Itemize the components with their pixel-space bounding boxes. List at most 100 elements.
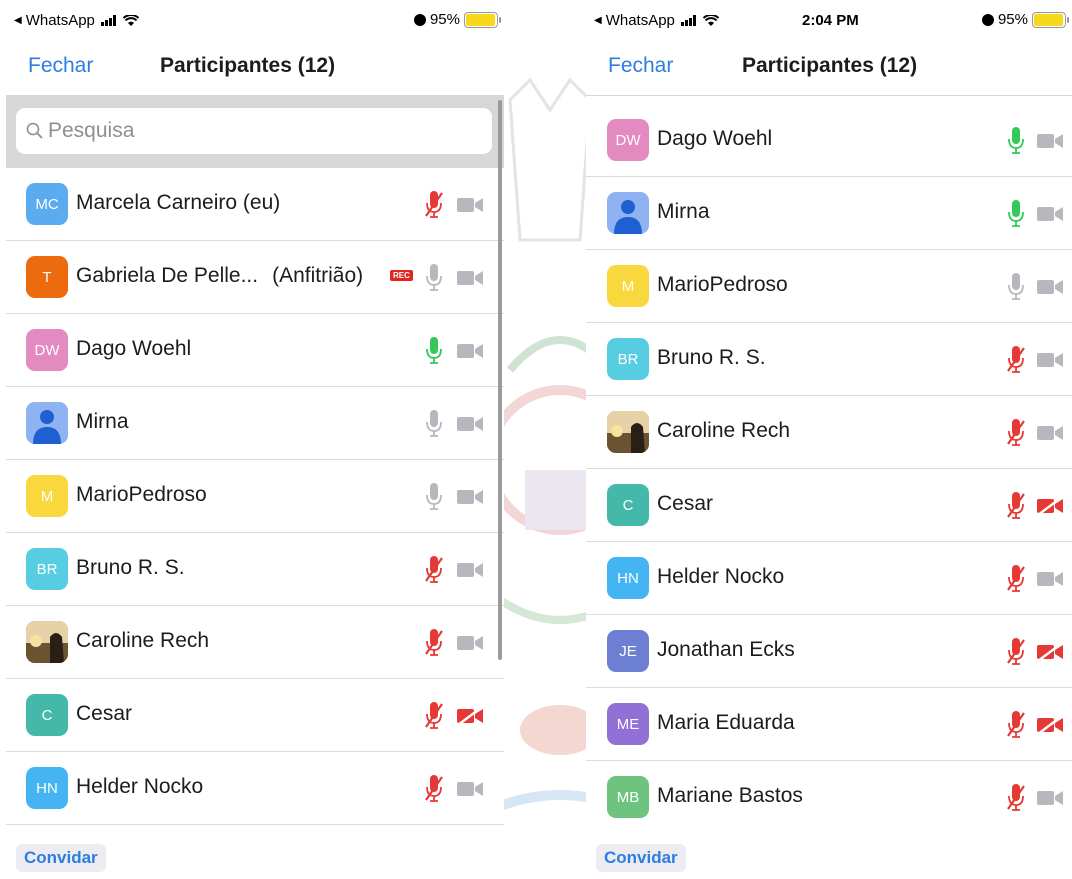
wifi-icon [702,14,719,26]
video-camera-icon[interactable] [1036,131,1064,151]
footer: Convidar [6,832,504,879]
video-camera-icon[interactable] [456,779,484,799]
participant-row[interactable]: DW Dago Woehl [586,104,1072,177]
participant-row[interactable]: MC Marcela Carneiro (eu) [6,168,504,241]
close-button[interactable]: Fechar [28,54,93,78]
participant-name-text: Bruno R. S. [657,346,766,369]
microphone-muted-icon[interactable] [1006,345,1026,375]
close-button[interactable]: Fechar [608,54,673,78]
signal-icon [680,15,696,26]
participant-row[interactable]: T Gabriela De Pelle... (Anfitrião) REC [6,241,504,314]
invite-button[interactable]: Convidar [16,844,106,872]
video-camera-icon[interactable] [456,487,484,507]
alarm-icon [981,13,994,26]
participant-row[interactable]: Caroline Rech [6,606,504,679]
participant-row[interactable]: MB Mariane Bastos [586,761,1072,834]
microphone-muted-icon[interactable] [424,628,444,658]
participant-row[interactable]: BR Bruno R. S. [6,533,504,606]
microphone-muted-icon[interactable] [424,774,444,804]
participant-row[interactable]: DW Dago Woehl [6,314,504,387]
back-to-app[interactable]: ◀ WhatsApp [14,12,139,29]
participant-name: Bruno R. S. [76,556,185,580]
video-camera-off-icon[interactable] [1036,642,1064,662]
participant-name: Cesar [657,492,713,516]
participant-row[interactable]: C Cesar [586,469,1072,542]
default-avatar-icon [26,402,68,444]
video-camera-off-icon[interactable] [456,706,484,726]
participant-row[interactable]: BR Bruno R. S. [586,323,1072,396]
participant-name-text: Bruno R. S. [76,556,185,579]
video-camera-icon[interactable] [456,560,484,580]
microphone-muted-icon[interactable] [1006,491,1026,521]
magnifier-icon [26,122,43,139]
initials-avatar: MC [26,183,68,225]
participant-row[interactable]: ME Maria Eduarda [586,688,1072,761]
photo-avatar [607,411,649,453]
microphone-muted-icon[interactable] [1006,783,1026,813]
video-camera-icon[interactable] [1036,277,1064,297]
video-camera-off-icon[interactable] [1036,715,1064,735]
video-camera-icon[interactable] [1036,423,1064,443]
microphone-icon[interactable] [424,409,444,439]
invite-button[interactable]: Convidar [596,844,686,872]
initials-avatar: MB [607,776,649,818]
participant-row[interactable]: Mirna [586,177,1072,250]
microphone-muted-icon[interactable] [424,555,444,585]
carrier-label: WhatsApp [25,12,95,29]
scrollbar[interactable] [498,100,502,660]
video-camera-icon[interactable] [456,268,484,288]
participant-name: Cesar [76,702,132,726]
participant-name: Bruno R. S. [657,346,766,370]
video-camera-off-icon[interactable] [1036,496,1064,516]
microphone-icon[interactable] [424,263,444,293]
participant-row[interactable]: M MarioPedroso [6,460,504,533]
video-camera-icon[interactable] [456,414,484,434]
video-camera-icon[interactable] [1036,569,1064,589]
participant-name: Mariane Bastos [657,784,803,808]
video-camera-icon[interactable] [456,341,484,361]
microphone-icon[interactable] [424,336,444,366]
initials-avatar: M [26,475,68,517]
participant-name-text: Jonathan Ecks [657,638,795,661]
microphone-muted-icon[interactable] [1006,710,1026,740]
video-camera-icon[interactable] [1036,204,1064,224]
video-camera-icon[interactable] [1036,350,1064,370]
participant-row[interactable]: HN Helder Nocko [586,542,1072,615]
search-input[interactable] [48,119,468,143]
participant-name: Gabriela De Pelle... (Anfitrião) [76,264,363,288]
microphone-muted-icon[interactable] [1006,637,1026,667]
back-triangle-icon: ◀ [14,15,22,26]
status-bar: ◀ WhatsApp 95% [6,0,504,36]
microphone-icon[interactable] [424,482,444,512]
initials-avatar: M [607,265,649,307]
participant-name: MarioPedroso [657,273,788,297]
page-title: Participantes (12) [160,54,336,77]
participant-row[interactable]: M MarioPedroso [586,250,1072,323]
battery-percent: 95% [997,11,1028,28]
participant-name: Helder Nocko [76,775,203,799]
participant-name-text: Gabriela De Pelle... [76,264,259,287]
participant-name-text: MarioPedroso [657,273,788,296]
participant-row[interactable]: HN Helder Nocko [6,752,504,825]
video-camera-icon[interactable] [1036,788,1064,808]
initials-avatar: C [26,694,68,736]
participant-row[interactable]: Mirna [6,387,504,460]
participant-name: Jonathan Ecks [657,638,795,662]
initials-avatar: T [26,256,68,298]
participant-row[interactable]: C Cesar [6,679,504,752]
page-title: Participantes (12) [742,54,918,77]
participant-row[interactable]: Caroline Rech [586,396,1072,469]
participant-name-text: Mariane Bastos [657,784,803,807]
microphone-muted-icon[interactable] [424,701,444,731]
microphone-icon[interactable] [1006,199,1026,229]
microphone-muted-icon[interactable] [424,190,444,220]
video-camera-icon[interactable] [456,633,484,653]
microphone-muted-icon[interactable] [1006,564,1026,594]
video-camera-icon[interactable] [456,195,484,215]
microphone-icon[interactable] [1006,126,1026,156]
microphone-muted-icon[interactable] [1006,418,1026,448]
participant-row[interactable]: JE Jonathan Ecks [586,615,1072,688]
back-to-app[interactable]: ◀ WhatsApp [594,12,719,29]
search-box[interactable] [16,108,492,154]
microphone-icon[interactable] [1006,272,1026,302]
